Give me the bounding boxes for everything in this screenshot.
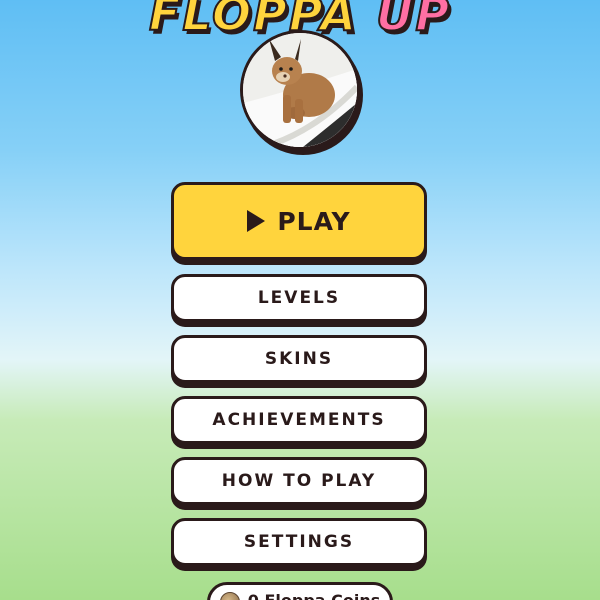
floppa-avatar — [240, 30, 360, 150]
play-button[interactable]: PLAY — [171, 182, 427, 260]
how-to-play-button-label: HOW TO PLAY — [221, 471, 377, 491]
levels-button[interactable]: LEVELS — [171, 274, 427, 322]
skins-button[interactable]: SKINS — [171, 335, 427, 383]
floppa-caracal-icon — [243, 33, 357, 147]
how-to-play-button[interactable]: HOW TO PLAY — [171, 457, 427, 505]
settings-button-label: SETTINGS — [243, 532, 355, 552]
achievements-button-label: ACHIEVEMENTS — [212, 410, 386, 430]
coins-count: 0 — [248, 591, 259, 600]
levels-button-label: LEVELS — [257, 288, 341, 308]
achievements-button[interactable]: ACHIEVEMENTS — [171, 396, 427, 444]
play-icon — [247, 210, 266, 232]
title-word-floppa: FLOPPA — [148, 0, 358, 42]
floppa-coin-icon — [219, 592, 240, 600]
settings-button[interactable]: SETTINGS — [171, 518, 427, 566]
play-button-label: PLAY — [277, 206, 351, 236]
title-word-up: UP — [375, 0, 452, 42]
skins-button-label: SKINS — [264, 349, 334, 369]
coins-label: Floppa Coins — [264, 591, 380, 600]
coins-counter: 0 Floppa Coins — [207, 582, 393, 600]
